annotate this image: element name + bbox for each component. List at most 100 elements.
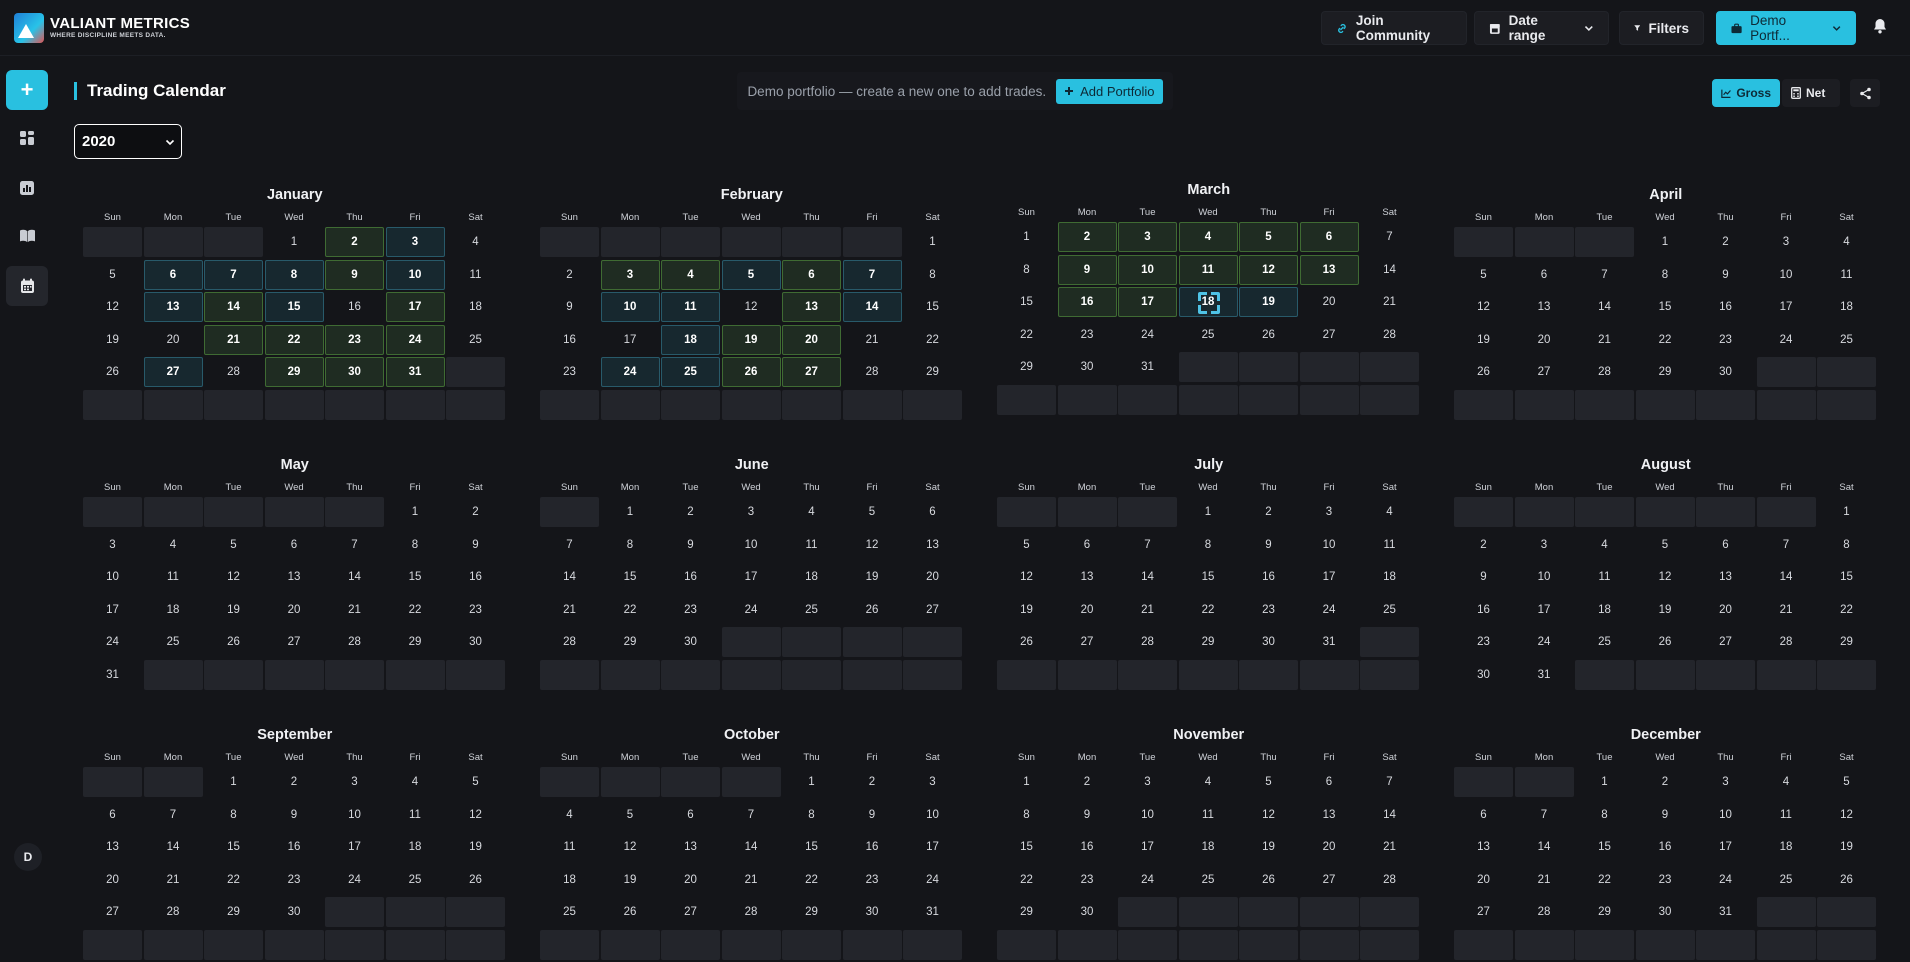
day-cell[interactable]: 27 — [1058, 627, 1117, 657]
day-cell[interactable]: 5 — [1454, 260, 1513, 290]
add-portfolio-button[interactable]: Add Portfolio — [1056, 78, 1163, 104]
day-cell[interactable]: 27 — [265, 627, 324, 657]
day-cell[interactable]: 25 — [1360, 595, 1419, 625]
day-cell[interactable]: 30 — [1454, 660, 1513, 690]
day-cell[interactable]: 25 — [1757, 865, 1816, 895]
day-cell[interactable]: 16 — [446, 562, 505, 592]
day-cell[interactable]: 20 — [1300, 832, 1359, 862]
day-cell[interactable]: 26 — [204, 627, 263, 657]
day-cell[interactable]: 29 — [601, 627, 660, 657]
day-cell[interactable]: 15 — [386, 562, 445, 592]
day-cell[interactable]: 19 — [843, 562, 902, 592]
day-cell[interactable]: 28 — [1515, 897, 1574, 927]
day-cell[interactable]: 5 — [204, 530, 263, 560]
day-cell[interactable]: 6 — [83, 800, 142, 830]
day-cell[interactable]: 20 — [265, 595, 324, 625]
day-cell[interactable]: 23 — [1454, 627, 1513, 657]
day-cell[interactable]: 20 — [144, 325, 203, 355]
day-cell[interactable]: 15 — [997, 287, 1056, 317]
day-cell[interactable]: 1 — [1575, 767, 1634, 797]
day-cell[interactable]: 10 — [1515, 562, 1574, 592]
gross-toggle[interactable]: Gross — [1712, 79, 1780, 107]
day-cell[interactable]: 9 — [540, 292, 599, 322]
day-cell[interactable]: 12 — [843, 530, 902, 560]
day-cell[interactable]: 22 — [1179, 595, 1238, 625]
day-cell[interactable]: 9 — [843, 800, 902, 830]
day-cell[interactable]: 3 — [1696, 767, 1755, 797]
day-cell[interactable]: 18 — [540, 865, 599, 895]
day-cell[interactable]: 3 — [385, 227, 445, 257]
day-cell[interactable]: 24 — [325, 865, 384, 895]
day-cell[interactable]: 23 — [540, 357, 599, 387]
day-cell[interactable]: 16 — [540, 325, 599, 355]
day-cell[interactable]: 1 — [386, 497, 445, 527]
day-cell[interactable]: 22 — [997, 320, 1056, 350]
day-cell[interactable]: 4 — [661, 259, 720, 290]
day-cell[interactable]: 27 — [83, 897, 142, 927]
day-cell[interactable]: 23 — [446, 595, 505, 625]
day-cell[interactable]: 10 — [83, 562, 142, 592]
day-cell[interactable]: 9 — [1057, 254, 1117, 285]
day-cell[interactable]: 1 — [204, 767, 263, 797]
day-cell[interactable]: 6 — [1300, 767, 1359, 797]
day-cell[interactable]: 17 — [385, 292, 445, 322]
day-cell[interactable]: 23 — [1696, 325, 1755, 355]
day-cell[interactable]: 25 — [144, 627, 203, 657]
day-cell[interactable]: 29 — [1179, 627, 1238, 657]
day-cell[interactable]: 4 — [144, 530, 203, 560]
day-cell[interactable]: 9 — [325, 259, 384, 290]
day-cell[interactable]: 9 — [661, 530, 720, 560]
day-cell[interactable]: 11 — [540, 832, 599, 862]
day-cell[interactable]: 6 — [1696, 530, 1755, 560]
day-cell[interactable]: 5 — [1817, 767, 1876, 797]
day-cell[interactable]: 24 — [722, 595, 781, 625]
calendar-nav-button[interactable] — [6, 266, 48, 306]
day-cell[interactable]: 14 — [722, 832, 781, 862]
day-cell[interactable]: 3 — [1515, 530, 1574, 560]
day-cell[interactable]: 1 — [782, 767, 841, 797]
day-cell[interactable]: 27 — [1454, 897, 1513, 927]
day-cell[interactable]: 23 — [843, 865, 902, 895]
day-cell[interactable]: 12 — [83, 292, 142, 322]
day-cell[interactable]: 29 — [264, 357, 324, 387]
day-cell[interactable]: 17 — [903, 832, 962, 862]
day-cell[interactable]: 1 — [1817, 497, 1876, 527]
day-cell[interactable]: 10 — [1118, 254, 1177, 285]
day-cell[interactable]: 6 — [903, 497, 962, 527]
day-cell[interactable]: 3 — [1300, 497, 1359, 527]
day-cell[interactable]: 29 — [386, 627, 445, 657]
day-cell[interactable]: 1 — [903, 227, 962, 257]
day-cell[interactable]: 23 — [325, 324, 384, 355]
day-cell[interactable]: 9 — [1058, 800, 1117, 830]
day-cell[interactable]: 22 — [386, 595, 445, 625]
day-cell[interactable]: 18 — [1757, 832, 1816, 862]
day-cell[interactable]: 29 — [997, 897, 1056, 927]
day-cell[interactable]: 11 — [1178, 254, 1238, 285]
day-cell[interactable]: 5 — [721, 259, 781, 290]
day-cell[interactable]: 14 — [540, 562, 599, 592]
day-cell[interactable]: 11 — [144, 562, 203, 592]
day-cell[interactable]: 14 — [1575, 292, 1634, 322]
day-cell[interactable]: 31 — [1300, 627, 1359, 657]
day-cell[interactable]: 17 — [83, 595, 142, 625]
day-cell[interactable]: 19 — [997, 595, 1056, 625]
day-cell[interactable]: 26 — [1817, 865, 1876, 895]
share-button[interactable] — [1850, 79, 1880, 107]
day-cell[interactable]: 23 — [661, 595, 720, 625]
net-toggle[interactable]: Net — [1782, 79, 1840, 107]
day-cell[interactable]: 17 — [1757, 292, 1816, 322]
day-cell[interactable]: 25 — [1575, 627, 1634, 657]
day-cell[interactable]: 18 — [144, 595, 203, 625]
day-cell[interactable]: 31 — [1515, 660, 1574, 690]
day-cell[interactable]: 20 — [661, 865, 720, 895]
reports-nav-button[interactable] — [6, 168, 48, 208]
day-cell[interactable]: 4 — [386, 767, 445, 797]
day-cell[interactable]: 19 — [446, 832, 505, 862]
day-cell[interactable]: 14 — [1360, 800, 1419, 830]
day-cell[interactable]: 4 — [540, 800, 599, 830]
day-cell[interactable]: 1 — [1636, 227, 1695, 257]
day-cell[interactable]: 26 — [1636, 627, 1695, 657]
day-cell[interactable]: 21 — [722, 865, 781, 895]
day-cell[interactable]: 5 — [83, 260, 142, 290]
day-cell[interactable]: 10 — [1300, 530, 1359, 560]
